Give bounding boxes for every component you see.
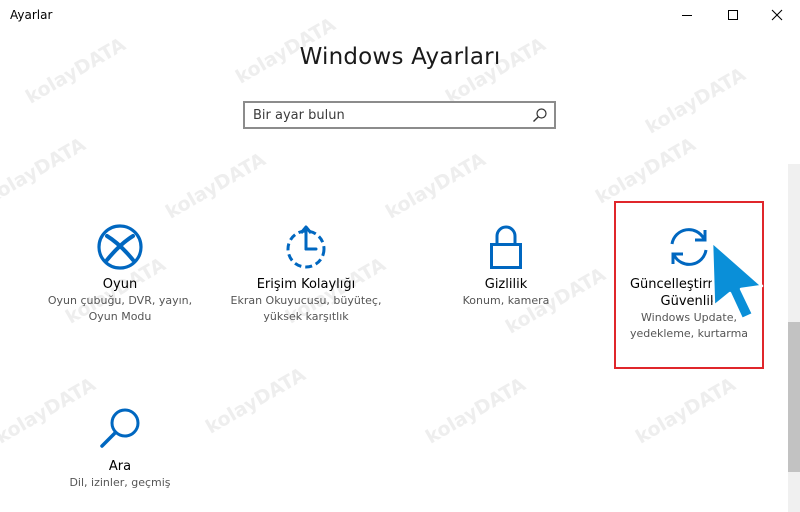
mouse-cursor-icon (710, 240, 764, 320)
magnifier-icon (100, 408, 140, 448)
tile-oyun-title: Oyun (102, 277, 138, 292)
watermark: kolayDATA (201, 363, 310, 439)
scrollbar-thumb[interactable] (788, 322, 800, 472)
tile-erisim-desc: yüksek karşıtlık (263, 310, 349, 323)
tile-gizlilik-desc: Konum, kamera (462, 294, 550, 307)
search-input[interactable] (245, 103, 533, 127)
tile-gizlilik-title: Gizlilik (484, 277, 528, 292)
window-title: Ayarlar (10, 8, 53, 22)
page-title: Windows Ayarları (299, 44, 501, 70)
minimize-button[interactable] (664, 0, 710, 30)
watermark: kolayDATA (161, 148, 270, 224)
tile-oyun-desc: Oyun Modu (88, 310, 152, 323)
title-bar: Ayarlar (0, 0, 800, 32)
tile-ara[interactable]: Ara Dil, izinler, geçmiş (40, 404, 200, 491)
watermark: kolayDATA (421, 373, 530, 449)
tile-ara-desc: Dil, izinler, geçmiş (69, 476, 171, 489)
watermark: kolayDATA (0, 133, 90, 209)
watermark: kolayDATA (631, 373, 740, 449)
minimize-icon (682, 15, 692, 16)
watermark: kolayDATA (381, 148, 490, 224)
tile-erisim-title: Erişim Kolaylığı (256, 277, 356, 292)
tile-oyun-desc: Oyun çubuğu, DVR, yayın, (47, 294, 193, 307)
tile-ara-title: Ara (108, 459, 132, 474)
settings-window: kolayDATA kolayDATA kolayDATA kolayDATA … (0, 0, 800, 512)
watermark: kolayDATA (641, 63, 750, 139)
tile-erisim-desc: Ekran Okuyucusu, büyüteç, (230, 294, 382, 307)
xbox-icon (97, 224, 143, 270)
maximize-icon (728, 10, 738, 20)
search-box[interactable] (243, 101, 556, 129)
close-icon (771, 9, 783, 21)
tile-oyun[interactable]: Oyun Oyun çubuğu, DVR, yayın, Oyun Modu (40, 222, 200, 325)
watermark: kolayDATA (591, 133, 700, 209)
search-icon[interactable] (532, 107, 548, 123)
tile-gizlilik[interactable]: Gizlilik Konum, kamera (426, 222, 586, 309)
lock-icon (490, 225, 522, 269)
scrollbar[interactable] (788, 164, 800, 512)
close-button[interactable] (754, 0, 800, 30)
ease-of-access-icon (286, 225, 326, 269)
maximize-button[interactable] (710, 0, 756, 30)
tile-erisim-kolayligi[interactable]: Erişim Kolaylığı Ekran Okuyucusu, büyüte… (226, 222, 386, 325)
